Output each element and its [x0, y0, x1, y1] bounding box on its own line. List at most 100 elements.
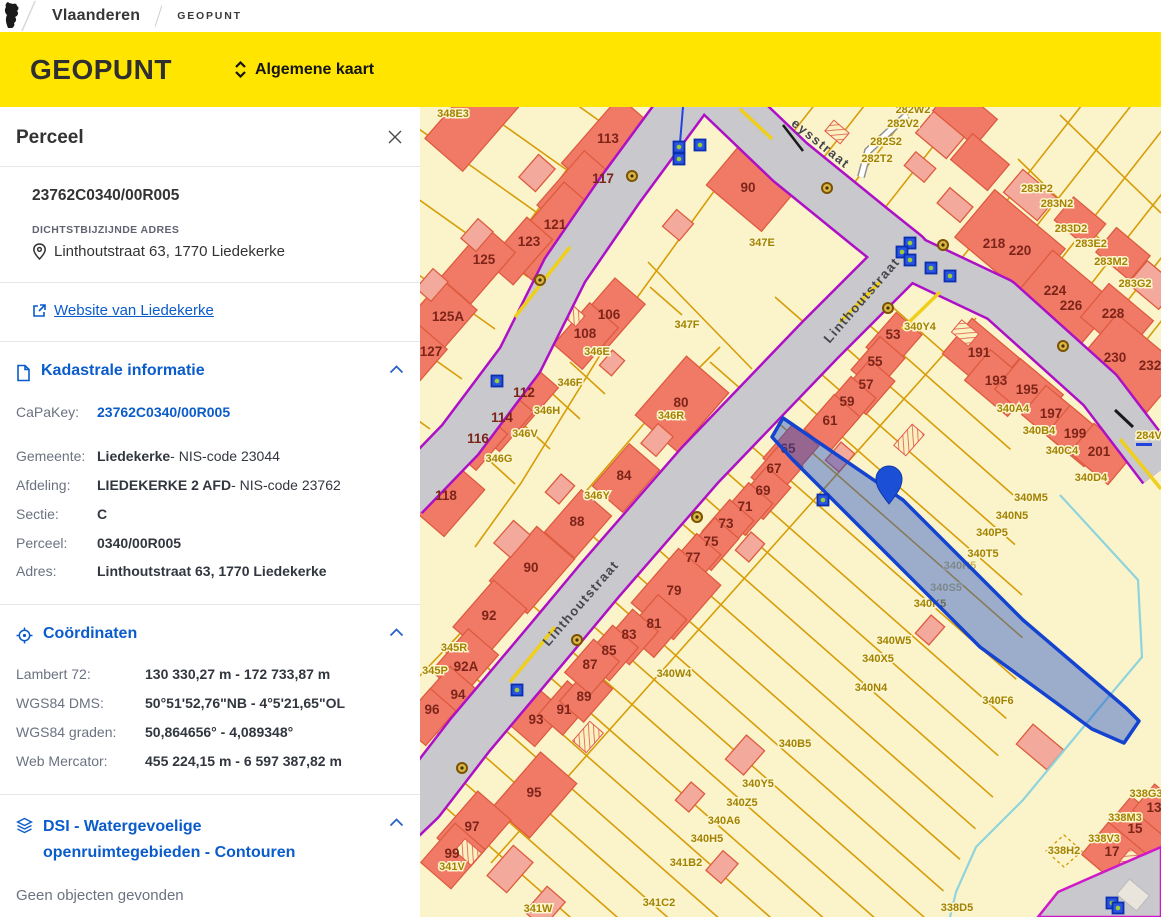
info-row: WGS84 DMS:50°51'52,76"NB - 4°5'21,65"OL	[16, 689, 404, 718]
svg-text:106: 106	[598, 307, 621, 322]
crosshair-icon	[16, 627, 33, 644]
row-label: Sectie:	[16, 505, 97, 524]
svg-text:347E: 347E	[749, 237, 775, 249]
basemap-selector[interactable]: Algemene kaart	[234, 61, 374, 79]
row-label: WGS84 graden:	[16, 723, 145, 742]
svg-text:117: 117	[592, 171, 614, 186]
svg-text:97: 97	[464, 819, 479, 834]
basemap-selector-label: Algemene kaart	[255, 61, 374, 79]
svg-text:282S2: 282S2	[870, 136, 902, 148]
svg-text:81: 81	[646, 616, 662, 631]
svg-text:346H: 346H	[534, 405, 560, 417]
svg-text:15: 15	[1127, 821, 1143, 836]
svg-text:94: 94	[450, 687, 466, 702]
svg-text:84: 84	[616, 468, 632, 483]
svg-text:345R: 345R	[441, 642, 467, 654]
row-value: Linthoutstraat 63, 1770 Liedekerke	[97, 562, 327, 581]
info-row: Lambert 72:130 330,27 m - 172 733,87 m	[16, 660, 404, 689]
svg-text:95: 95	[526, 785, 542, 800]
parcel-info-panel: Perceel 23762C0340/00R005 DICHTSTBIJZIJN…	[0, 107, 420, 917]
svg-text:340W4: 340W4	[657, 668, 693, 680]
svg-text:17: 17	[1104, 844, 1119, 859]
svg-text:80: 80	[673, 395, 688, 410]
svg-text:340A4: 340A4	[997, 403, 1030, 415]
svg-text:338D5: 338D5	[941, 902, 973, 914]
svg-text:232: 232	[1139, 358, 1161, 373]
panel-title: Perceel	[16, 127, 404, 149]
map-viewport[interactable]: 348E3347E347F346E346F346H346V346G346R346…	[420, 107, 1161, 917]
svg-text:340P5: 340P5	[976, 527, 1008, 539]
svg-text:345P: 345P	[422, 665, 448, 677]
svg-text:91: 91	[556, 702, 572, 717]
svg-text:92A: 92A	[454, 659, 479, 674]
svg-text:346E: 346E	[584, 346, 610, 358]
info-row: Adres:Linthoutstraat 63, 1770 Liedekerke	[16, 557, 404, 586]
svg-text:53: 53	[885, 327, 901, 342]
info-row: Sectie:C	[16, 500, 404, 529]
section-coordinaten[interactable]: Coördinaten	[16, 605, 404, 658]
svg-text:347F: 347F	[674, 319, 699, 331]
svg-text:340Z5: 340Z5	[726, 797, 757, 809]
row-value-suffix: - NIS-code 23044	[170, 447, 280, 466]
svg-text:340N4: 340N4	[855, 682, 888, 694]
row-label: WGS84 DMS:	[16, 694, 145, 713]
svg-text:73: 73	[718, 516, 734, 531]
svg-text:116: 116	[467, 431, 489, 446]
parcel-capakey: 23762C0340/00R005	[32, 187, 388, 205]
svg-text:199: 199	[1064, 426, 1087, 441]
svg-text:346F: 346F	[557, 377, 582, 389]
municipality-website-label: Website van Liedekerke	[54, 302, 214, 319]
svg-text:123: 123	[518, 234, 541, 249]
svg-text:340B5: 340B5	[779, 738, 811, 750]
brand-separator	[155, 5, 163, 26]
svg-text:61: 61	[822, 413, 838, 428]
svg-text:90: 90	[523, 560, 538, 575]
svg-text:340D4: 340D4	[1075, 472, 1108, 484]
svg-text:93: 93	[528, 712, 544, 727]
row-value: LIEDEKERKE 2 AFD	[97, 476, 231, 495]
chevron-up-icon[interactable]	[389, 365, 404, 374]
svg-text:108: 108	[574, 326, 597, 341]
row-value: 130 330,27 m - 172 733,87 m	[145, 665, 330, 684]
svg-text:57: 57	[858, 377, 873, 392]
cadastral-map[interactable]: 348E3347E347F346E346F346H346V346G346R346…	[420, 107, 1161, 917]
row-label: Gemeente:	[16, 447, 97, 466]
municipality-website-link[interactable]: Website van Liedekerke	[32, 302, 214, 319]
close-icon[interactable]	[385, 127, 405, 147]
svg-text:197: 197	[1040, 406, 1063, 421]
svg-text:195: 195	[1016, 382, 1039, 397]
svg-text:230: 230	[1104, 350, 1127, 365]
svg-text:220: 220	[1009, 243, 1032, 258]
svg-text:338G3: 338G3	[1129, 788, 1161, 800]
svg-text:87: 87	[582, 657, 597, 672]
svg-text:99: 99	[444, 846, 459, 861]
svg-text:340H5: 340H5	[691, 833, 723, 845]
svg-text:340F6: 340F6	[982, 695, 1013, 707]
row-label: Perceel:	[16, 534, 97, 553]
row-value: C	[97, 505, 107, 524]
svg-text:89: 89	[576, 689, 591, 704]
breadcrumb-app[interactable]: GEOPUNT	[177, 10, 242, 22]
svg-text:85: 85	[601, 643, 617, 658]
row-label: Adres:	[16, 562, 97, 581]
svg-text:55: 55	[867, 354, 883, 369]
section-kadastrale-informatie[interactable]: Kadastrale informatie	[16, 342, 404, 396]
row-value: 455 224,15 m - 6 597 387,82 m	[145, 752, 342, 771]
layers-icon	[16, 817, 33, 834]
external-link-icon	[32, 303, 47, 318]
svg-text:338H2: 338H2	[1048, 845, 1080, 857]
vlaanderen-lion-logo[interactable]	[0, 0, 44, 32]
capakey-link[interactable]: 23762C0340/00R005	[97, 403, 230, 422]
row-label: Afdeling:	[16, 476, 97, 495]
svg-text:340C4: 340C4	[1046, 445, 1079, 457]
brand-vlaanderen[interactable]: Vlaanderen	[52, 7, 140, 25]
svg-text:340T5: 340T5	[967, 548, 998, 560]
row-value: 0340/00R005	[97, 534, 181, 553]
chevron-up-icon[interactable]	[389, 628, 404, 637]
svg-text:341C2: 341C2	[643, 897, 675, 909]
chevron-up-icon[interactable]	[389, 818, 404, 827]
section-dsi-watergevoelige[interactable]: DSI - Watergevoelige openruimtegebieden …	[16, 795, 404, 881]
svg-text:125: 125	[473, 252, 496, 267]
svg-text:191: 191	[968, 345, 991, 360]
section-title: DSI - Watergevoelige openruimtegebieden …	[43, 814, 343, 867]
